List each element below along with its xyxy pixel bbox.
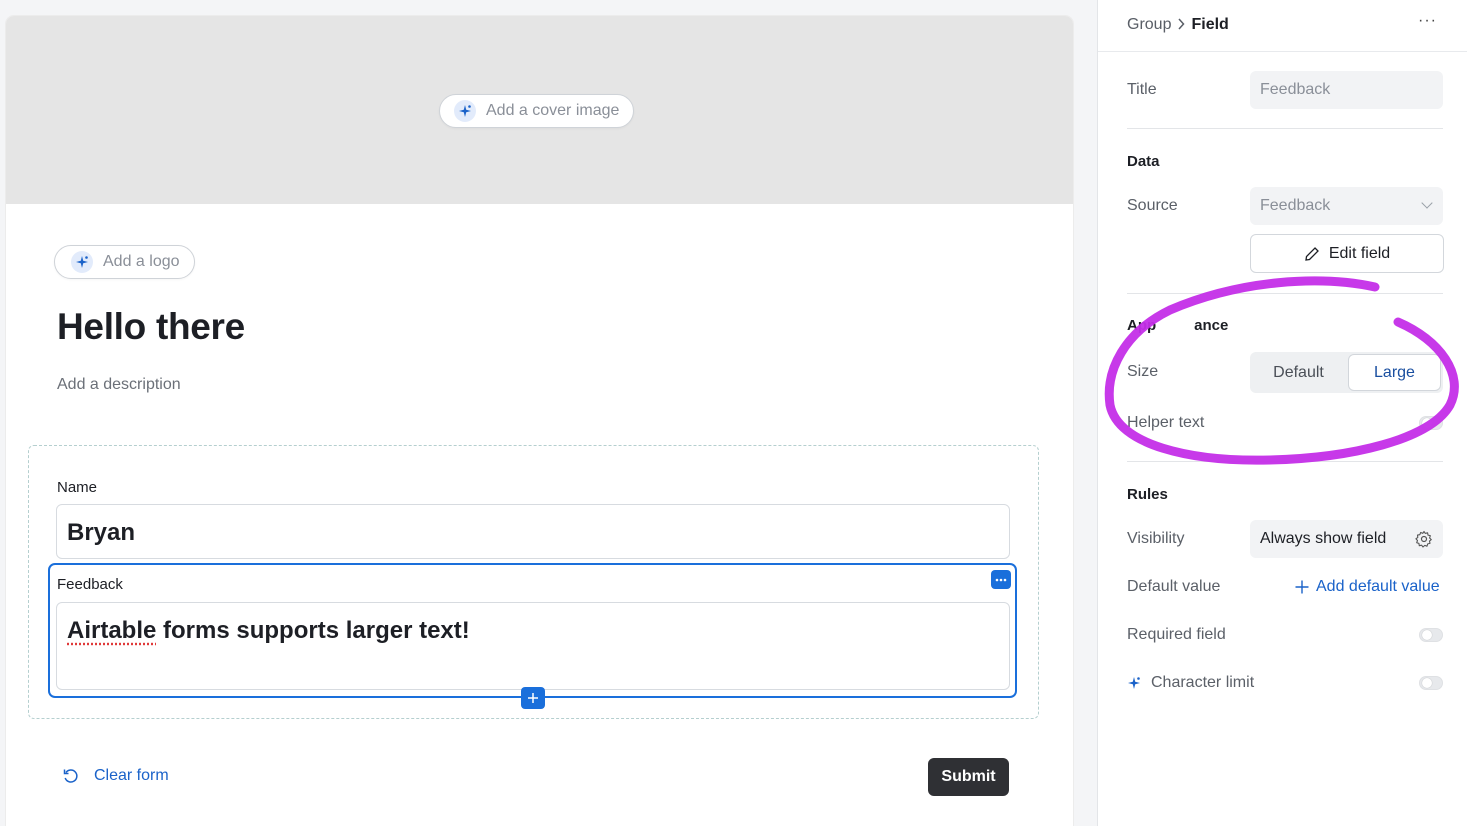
size-option-default[interactable]: Default (1250, 352, 1347, 393)
chevron-down-icon (1421, 197, 1433, 209)
edit-field-button[interactable]: Edit field (1250, 234, 1444, 273)
divider (1127, 128, 1443, 129)
title-label: Title (1127, 81, 1157, 98)
visibility-label: Visibility (1127, 530, 1185, 547)
add-field-button[interactable] (521, 687, 545, 709)
ellipsis-icon (995, 578, 1007, 581)
visibility-value: Always show field (1260, 530, 1387, 547)
plus-icon (1295, 580, 1309, 594)
edit-field-label: Edit field (1328, 244, 1391, 262)
add-cover-image-button[interactable]: Add a cover image (439, 94, 635, 128)
add-default-value-button[interactable]: Add default value (1294, 578, 1440, 596)
chevron-right-icon (1177, 17, 1185, 33)
character-limit-label: Character limit (1151, 674, 1255, 691)
required-field-label: Required field (1127, 626, 1226, 643)
ai-sparkle-icon (1128, 677, 1140, 689)
add-logo-button[interactable]: Add a logo (54, 245, 195, 279)
size-segmented-control: Default Large (1250, 352, 1443, 393)
panel-header: Group Field ··· (1098, 0, 1467, 52)
field-more-options-button[interactable] (991, 570, 1011, 589)
feedback-input[interactable]: Airtable forms supports larger text! (56, 602, 1010, 690)
character-limit-toggle[interactable] (1419, 676, 1443, 690)
source-label: Source (1127, 197, 1178, 214)
name-input[interactable]: Bryan (56, 504, 1010, 559)
submit-button[interactable]: Submit (928, 758, 1009, 796)
size-label: Size (1127, 363, 1159, 380)
plus-icon (528, 693, 538, 703)
undo-icon (63, 769, 78, 783)
rules-section-heading: Rules (1127, 486, 1168, 503)
character-limit-row: Character limit (1127, 674, 1254, 692)
divider (1127, 293, 1443, 294)
clear-form-button[interactable]: Clear form (62, 767, 169, 785)
visibility-select[interactable]: Always show field (1250, 520, 1443, 558)
add-cover-image-label: Add a cover image (486, 102, 620, 119)
more-options-button[interactable]: ··· (1418, 12, 1437, 30)
source-select[interactable]: Feedback (1250, 187, 1443, 225)
add-default-value-label: Add default value (1316, 578, 1440, 595)
title-input[interactable]: Feedback (1250, 71, 1443, 109)
gear-icon[interactable] (1415, 530, 1433, 548)
feedback-field-label: Feedback (57, 576, 123, 593)
add-logo-label: Add a logo (103, 253, 180, 270)
feedback-text: forms supports larger text! (156, 617, 470, 644)
required-field-toggle[interactable] (1419, 628, 1443, 642)
source-select-value: Feedback (1260, 197, 1331, 214)
divider (1127, 461, 1443, 462)
breadcrumb-field: Field (1191, 16, 1229, 33)
name-field-label: Name (57, 479, 98, 496)
default-value-label: Default value (1127, 578, 1221, 595)
pencil-icon (1305, 246, 1319, 261)
helper-text-label: Helper text (1127, 414, 1205, 431)
data-section-heading: Data (1127, 153, 1160, 170)
clear-form-label: Clear form (94, 767, 169, 784)
ai-sparkle-icon (454, 100, 476, 122)
form-description[interactable]: Add a description (57, 376, 181, 394)
ai-sparkle-icon (71, 251, 93, 273)
breadcrumb-group[interactable]: Group (1127, 16, 1171, 34)
spellcheck-word: Airtable (67, 617, 157, 644)
appearance-section-heading: App ance (1127, 317, 1229, 334)
breadcrumb: Group Field (1127, 16, 1229, 34)
field-settings-panel: Group Field ··· Title Feedback Data Sour… (1097, 0, 1467, 826)
helper-text-toggle[interactable] (1419, 416, 1443, 430)
size-option-large[interactable]: Large (1348, 354, 1441, 391)
form-title[interactable]: Hello there (57, 306, 245, 348)
